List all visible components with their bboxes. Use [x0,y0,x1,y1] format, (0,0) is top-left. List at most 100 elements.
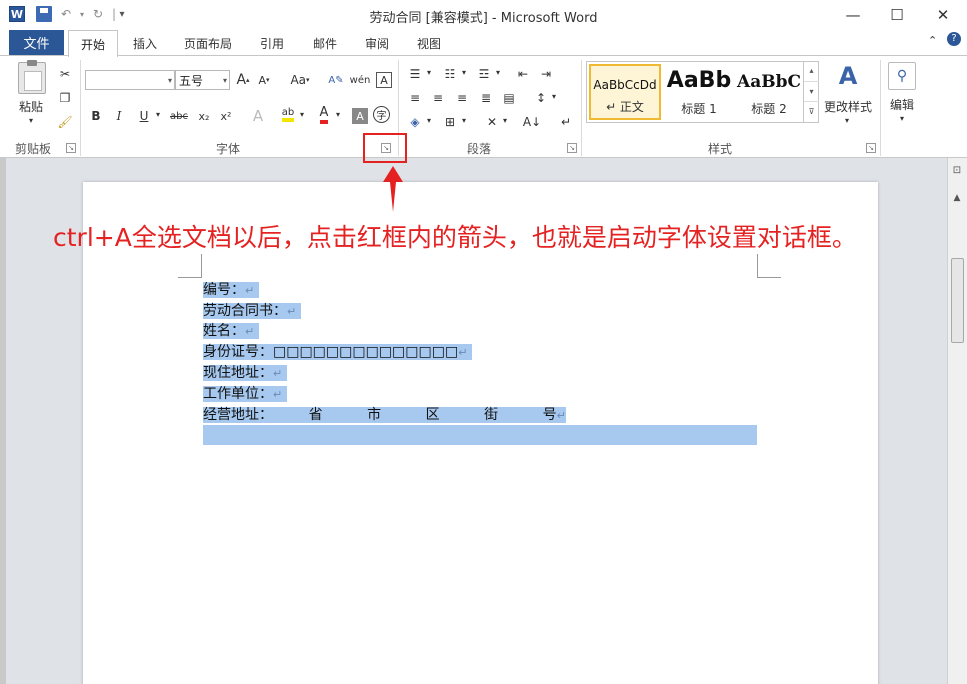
style-preview: AaBbCcDd [593,78,657,92]
multilevel-list-icon[interactable]: ☲ [474,64,494,84]
tab-mailings[interactable]: 邮件 [313,35,337,52]
paste-button-label[interactable]: 粘贴 [19,98,43,115]
bullets-icon[interactable]: ☰ [405,64,425,84]
editing-button[interactable]: 编辑 [890,96,914,113]
numbering-dropdown-icon[interactable]: ▾ [462,68,466,77]
line-spacing-dropdown-icon[interactable]: ▾ [552,92,556,101]
numbering-icon[interactable]: ☷ [440,64,460,84]
document-line[interactable]: 经营地址： 省 市 区 街 号↵ [203,405,566,425]
paragraph-mark: ↵ [273,388,283,401]
styles-launcher-icon[interactable]: ↘ [866,143,876,153]
chinese-layout-icon[interactable]: ✕ [482,112,502,132]
paragraph-group-label: 段落 [467,142,492,156]
style-label: 标题 1 [681,102,717,116]
line-spacing-icon[interactable]: ↕ [531,88,551,108]
character-shading-icon[interactable]: A [352,108,368,124]
scroll-up-icon[interactable]: ▲ [950,193,964,207]
document-line[interactable]: 劳动合同书：↵ [203,301,301,321]
selected-empty-line[interactable] [203,425,757,445]
change-styles-dropdown-icon[interactable]: ▾ [845,116,849,125]
change-styles-button[interactable]: 更改样式 [824,98,872,115]
borders-dropdown-icon[interactable]: ▾ [462,116,466,125]
document-line[interactable]: 编号：↵ [203,280,259,300]
paragraph-mark: ↵ [245,284,255,297]
sort-icon[interactable]: A↓ [522,112,542,132]
document-line[interactable]: 现住地址：↵ [203,363,287,383]
chinese-layout-dropdown-icon[interactable]: ▾ [503,116,507,125]
font-size-combo[interactable]: 五号 ▾ [175,70,230,90]
tab-page-layout[interactable]: 页面布局 [184,35,232,52]
underline-dropdown-icon[interactable]: ▾ [156,110,160,119]
styles-group-label: 样式 [708,142,733,156]
style-normal[interactable]: AaBbCcDd ↵ 正文 [589,64,661,120]
superscript-button[interactable]: x² [216,106,236,126]
annotation-highlight-box [363,133,407,163]
change-case-button[interactable]: Aa ▾ [287,70,313,90]
strikethrough-button[interactable]: abc [166,106,192,126]
styles-gallery-scroller[interactable]: ▴ ▾ ⊽ [803,61,819,123]
editing-dropdown-icon[interactable]: ▾ [900,114,904,123]
minimize-button[interactable]: — [838,4,868,26]
phonetic-guide-icon[interactable]: wén [350,70,371,90]
highlight-icon[interactable]: ab [278,104,298,124]
cut-icon[interactable]: ✂ [55,64,75,84]
text-effects-icon[interactable]: A [248,106,268,126]
scroll-thumb[interactable] [951,258,964,343]
italic-button[interactable]: I [109,106,129,126]
font-color-dropdown-icon[interactable]: ▾ [336,110,340,119]
group-divider [80,60,81,156]
multilevel-dropdown-icon[interactable]: ▾ [496,68,500,77]
tab-review[interactable]: 审阅 [365,35,389,52]
paste-dropdown-icon[interactable]: ▾ [29,116,33,125]
borders-icon[interactable]: ⊞ [440,112,460,132]
tab-file[interactable]: 文件 [9,30,64,55]
style-heading-2[interactable]: AaBbC 标题 2 [733,64,805,120]
character-border-icon[interactable]: A [376,72,392,88]
highlight-dropdown-icon[interactable]: ▾ [300,110,304,119]
clear-formatting-icon[interactable]: A✎ [326,70,346,90]
tab-references[interactable]: 引用 [260,35,284,52]
tab-view[interactable]: 视图 [417,35,441,52]
clipboard-group-label: 剪贴板 [15,142,52,156]
line-text: 经营地址： 省 市 区 街 号 [203,407,557,423]
increase-indent-icon[interactable]: ⇥ [536,64,556,84]
tab-home[interactable]: 开始 [68,30,118,57]
font-color-icon[interactable]: A [314,104,334,124]
format-painter-icon[interactable]: 🖌 [55,112,75,132]
document-line[interactable]: 姓名：↵ [203,321,259,341]
ruler-toggle-icon[interactable]: ⊡ [950,165,964,179]
align-right-icon[interactable]: ≡ [452,88,472,108]
subscript-button[interactable]: x₂ [194,106,214,126]
copy-icon[interactable]: ❐ [55,88,75,108]
clipboard-launcher-icon[interactable]: ↘ [66,143,76,153]
bold-button[interactable]: B [86,106,106,126]
close-button[interactable]: ✕ [928,4,958,26]
justify-icon[interactable]: ≣ [476,88,496,108]
shading-dropdown-icon[interactable]: ▾ [427,116,431,125]
show-marks-icon[interactable]: ↵ [556,112,576,132]
font-name-combo[interactable]: ▾ [85,70,175,90]
paste-icon[interactable] [18,60,46,94]
style-heading-1[interactable]: AaBb 标题 1 [663,64,735,120]
find-binoculars-icon[interactable]: ⚲ [888,62,916,90]
bullets-dropdown-icon[interactable]: ▾ [427,68,431,77]
document-line[interactable]: 工作单位：↵ [203,384,287,404]
ribbon-minimize-icon[interactable]: ⌃ [928,34,937,47]
shrink-font-icon[interactable]: A ▾ [254,70,274,90]
underline-button[interactable]: U [134,106,154,126]
enclose-characters-icon[interactable]: 字 [373,106,390,123]
line-text: 现住地址： [203,365,273,381]
change-styles-icon[interactable]: A [834,62,862,90]
help-icon[interactable]: ? [947,32,961,46]
shading-icon[interactable]: ◈ [405,112,425,132]
grow-font-icon[interactable]: A ▴ [233,70,253,90]
maximize-button[interactable]: ☐ [882,4,912,26]
document-line[interactable]: 身份证号：□□□□□□□□□□□□□□↵ [203,342,472,362]
align-center-icon[interactable]: ≡ [428,88,448,108]
decrease-indent-icon[interactable]: ⇤ [513,64,533,84]
vertical-scrollbar[interactable] [947,158,967,684]
tab-insert[interactable]: 插入 [133,35,157,52]
align-left-icon[interactable]: ≡ [405,88,425,108]
distributed-icon[interactable]: ▤ [499,88,519,108]
paragraph-launcher-icon[interactable]: ↘ [567,143,577,153]
